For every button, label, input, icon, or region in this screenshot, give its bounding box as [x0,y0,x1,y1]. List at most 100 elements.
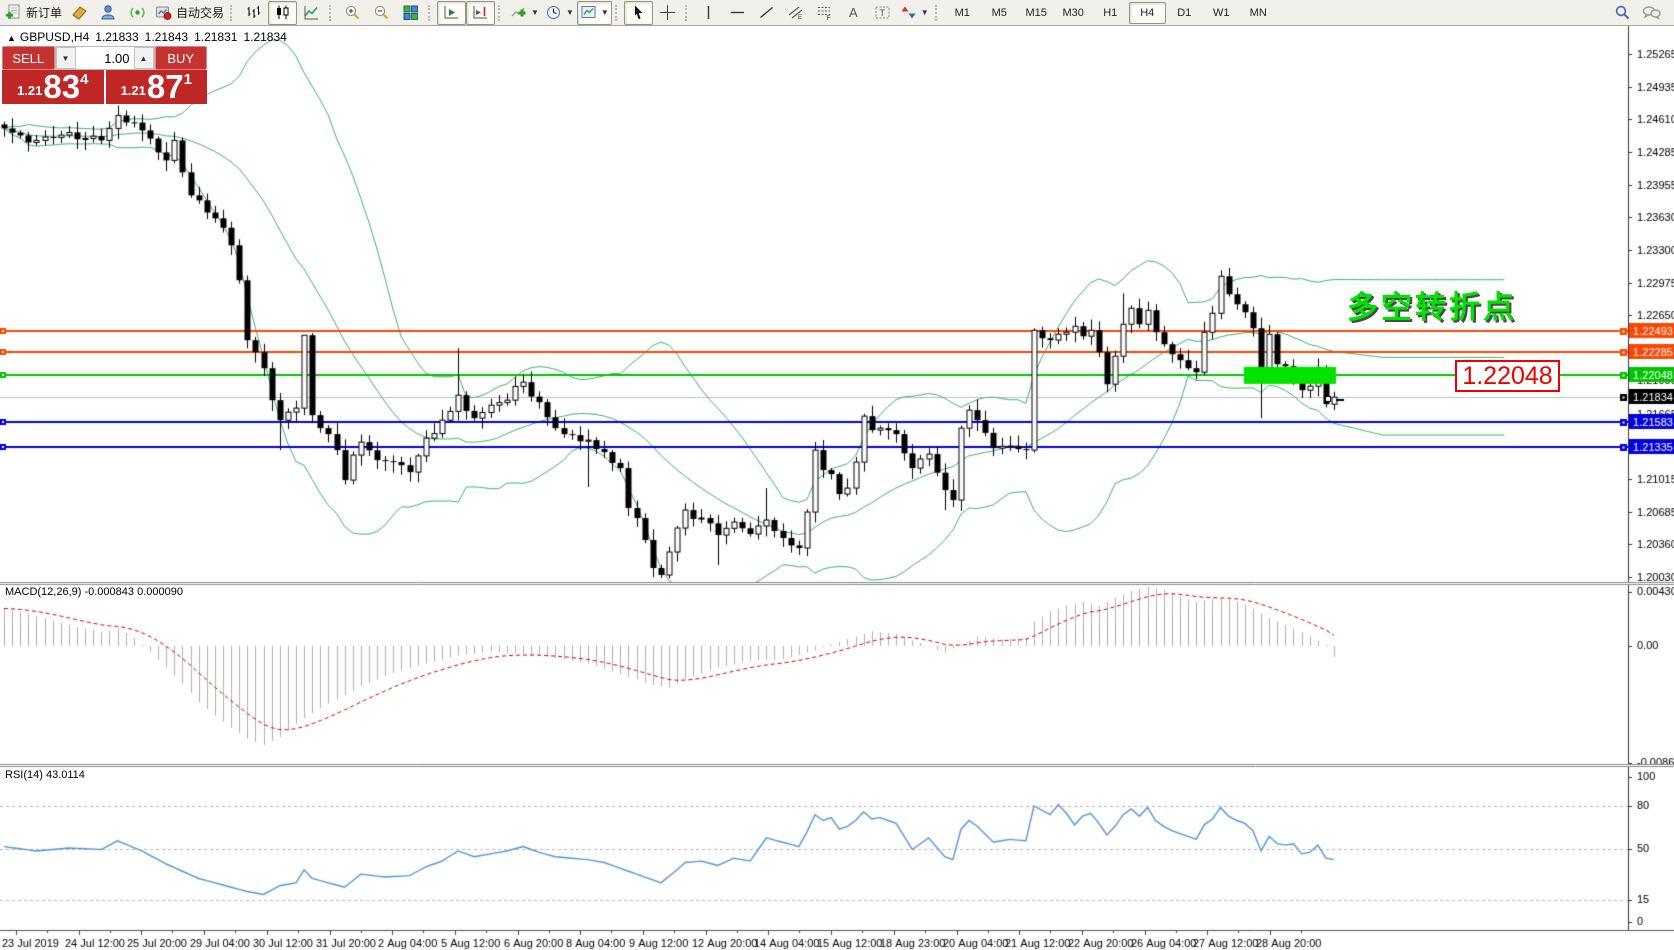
quote-line: ▲ GBPUSD,H4 1.21833 1.21843 1.21831 1.21834 [7,30,293,44]
vertical-line-icon [700,4,717,21]
text-label-button[interactable]: T [868,1,897,25]
autotrade-icon [155,4,172,21]
text-button[interactable]: A [839,1,868,25]
timeframe-h4-button[interactable]: H4 [1129,2,1166,24]
quote-open: 1.21833 [95,30,138,44]
chevron-down-icon: ▼ [921,8,929,17]
eraser-icon [71,4,88,21]
toolbar: 新订单 自动交易 ▼ ▼ [0,0,1674,26]
buy-price-main: 87 [147,72,184,102]
templates-icon [580,4,597,21]
community-button[interactable] [1637,1,1666,25]
chevron-down-icon: ▼ [601,8,609,17]
toolbar-grip [230,5,235,21]
toolbar-grip [498,5,503,21]
new-order-button[interactable]: 新订单 [2,1,65,25]
cursor-button[interactable] [624,1,653,25]
timeframe-m30-button[interactable]: M30 [1055,2,1092,24]
symbol-timeframe: GBPUSD,H4 [20,30,89,44]
quote-high: 1.21843 [145,30,188,44]
zoom-in-icon [344,4,361,21]
indicators-button[interactable]: ▼ [507,1,542,25]
svg-text:T: T [879,8,885,18]
volume-decrease-button[interactable]: ▼ [56,47,76,69]
bar-chart-button[interactable] [239,1,268,25]
indicators-icon [510,4,527,21]
publisher-button[interactable] [94,1,123,25]
channel-icon: E [787,4,804,21]
volume-stepper: ▼ ▲ [55,46,155,70]
chat-bubbles-icon [1642,4,1661,21]
sell-price-prefix: 1.21 [17,83,42,98]
timeframe-m1-button[interactable]: M1 [944,2,981,24]
buy-price-button[interactable]: 1.21871 [106,70,208,104]
tile-windows-icon [402,4,419,21]
zoom-in-button[interactable] [338,1,367,25]
new-order-icon [5,4,22,21]
cursor-icon [630,4,647,21]
publisher-icon [100,4,117,21]
toolbar-grip [428,5,433,21]
autotrade-button[interactable]: 自动交易 [152,1,227,25]
chevron-down-icon: ▼ [531,8,539,17]
sell-button[interactable]: SELL [2,46,55,70]
svg-text:A: A [849,5,858,20]
chart-shift-button[interactable] [466,1,495,25]
timeframe-d1-button[interactable]: D1 [1166,2,1203,24]
rsi-indicator-label: RSI(14) 43.0114 [5,769,85,781]
direction-up-icon: ▲ [7,33,16,43]
volume-increase-button[interactable]: ▲ [134,47,154,69]
templates-button[interactable]: ▼ [577,1,612,25]
buy-price-pip: 1 [184,71,192,88]
timeframe-h1-button[interactable]: H1 [1092,2,1129,24]
auto-scroll-button[interactable] [437,1,466,25]
autotrade-label: 自动交易 [176,4,224,21]
line-chart-icon [303,4,320,21]
equidistant-channel-button[interactable]: E [781,1,810,25]
timeframe-m5-button[interactable]: M5 [981,2,1018,24]
toolbar-grip [685,5,690,21]
search-icon [1614,4,1631,21]
toolbar-grip [615,5,620,21]
toolbar-grip [329,5,334,21]
horizontal-line-button[interactable] [723,1,752,25]
quote-close: 1.21834 [243,30,286,44]
trendline-button[interactable] [752,1,781,25]
line-chart-button[interactable] [297,1,326,25]
new-order-label: 新订单 [26,4,62,21]
toolbar-grip [935,5,940,21]
search-button[interactable] [1608,1,1637,25]
svg-text:F: F [826,15,830,21]
zoom-out-icon [373,4,390,21]
crosshair-icon [659,4,676,21]
one-click-trading-panel: SELL ▼ ▲ BUY 1.21834 1.21871 [2,46,207,104]
macd-indicator-label: MACD(12,26,9) -0.000843 0.000090 [5,586,183,598]
buy-price-prefix: 1.21 [121,83,146,98]
vertical-line-button[interactable] [694,1,723,25]
price-chart-canvas[interactable] [0,0,1674,950]
candlestick-chart-icon [274,4,291,21]
periods-icon [545,4,562,21]
text-icon: A [845,4,862,21]
text-label-icon: T [874,4,891,21]
styler-button[interactable] [65,1,94,25]
timeframe-mn-button[interactable]: MN [1240,2,1277,24]
sell-price-button[interactable]: 1.21834 [2,70,104,104]
quote-low: 1.21831 [194,30,237,44]
volume-input[interactable] [76,47,134,69]
timeframe-w1-button[interactable]: W1 [1203,2,1240,24]
bar-chart-icon [245,4,262,21]
arrows-icon [900,4,917,21]
timeframe-m15-button[interactable]: M15 [1018,2,1055,24]
svg-text:E: E [798,15,802,21]
buy-button[interactable]: BUY [155,46,208,70]
candlestick-chart-button[interactable] [268,1,297,25]
zoom-out-button[interactable] [367,1,396,25]
tile-windows-button[interactable] [396,1,425,25]
signals-button[interactable] [123,1,152,25]
fibonacci-button[interactable]: F [810,1,839,25]
arrows-button[interactable]: ▼ [897,1,932,25]
periods-button[interactable]: ▼ [542,1,577,25]
signals-icon [129,4,146,21]
crosshair-button[interactable] [653,1,682,25]
